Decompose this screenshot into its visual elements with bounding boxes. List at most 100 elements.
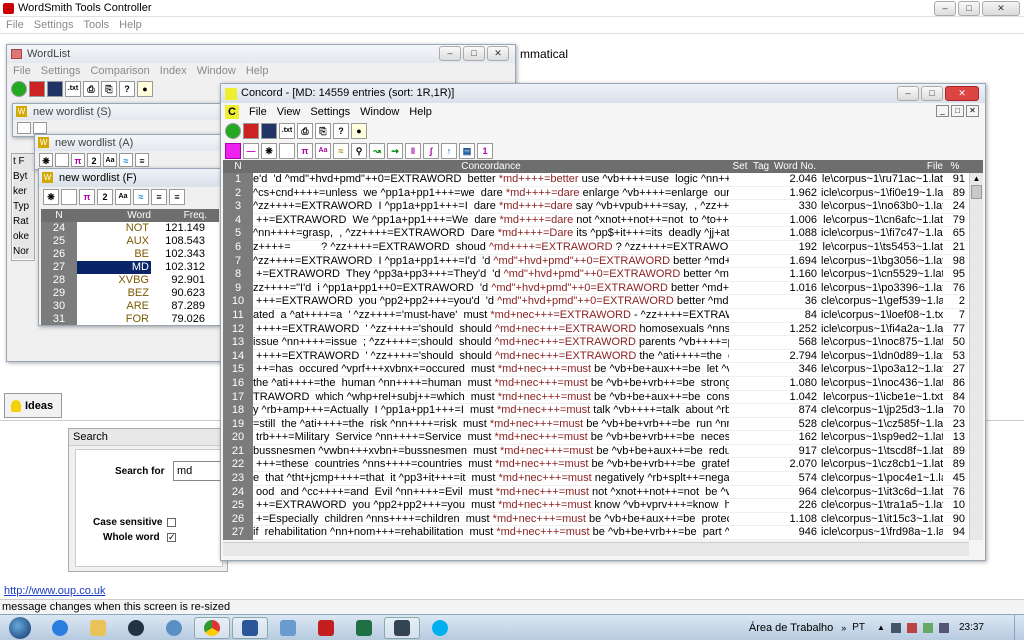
close-button[interactable]: ✕ — [982, 1, 1020, 16]
save-icon[interactable] — [29, 81, 45, 97]
pi-icon[interactable]: π — [297, 143, 313, 159]
scroll-up-arrow[interactable]: ▲ — [970, 173, 983, 185]
table-row[interactable]: 15 ++=has occured ^vprf+++xvbnx+=occured… — [223, 363, 983, 377]
menu-file[interactable]: File — [6, 17, 24, 33]
table-row[interactable]: 31 FOR 79.026 — [41, 313, 219, 325]
concordance-scrollbar[interactable]: ▲ — [969, 173, 983, 540]
expand-icon[interactable]: » — [841, 623, 846, 633]
columns-icon[interactable] — [61, 189, 77, 205]
table-row[interactable]: 24 ood and ^cc++++=and Evil ^nn++++=Evil… — [223, 485, 983, 500]
aa-icon[interactable]: Aa — [103, 152, 117, 167]
col-concordance-header[interactable]: Concordance — [253, 160, 729, 173]
tool-icon[interactable] — [17, 121, 31, 134]
concord-menu-file[interactable]: File — [249, 106, 267, 118]
wordlist-menu-file[interactable]: File — [13, 63, 31, 79]
magenta-box-icon[interactable] — [225, 143, 241, 159]
search-icon[interactable]: ⚲ — [351, 143, 367, 159]
concord-menu-view[interactable]: View — [277, 106, 301, 118]
network-icon[interactable] — [890, 622, 901, 633]
tray-arrow-icon[interactable]: ▲ — [877, 623, 885, 633]
wordlist-menu-help[interactable]: Help — [246, 63, 269, 79]
menu-settings[interactable]: Settings — [34, 17, 74, 33]
taskbar-explorer[interactable] — [80, 617, 116, 639]
equals-icon[interactable]: ≡ — [135, 152, 149, 167]
save-as-icon[interactable] — [261, 123, 277, 139]
language-indicator[interactable]: PT — [852, 622, 865, 633]
table-row[interactable]: 6 z++++= ? ^zz++++=EXTRAWORD shoud ^md+++… — [223, 240, 983, 255]
ww-icon[interactable]: ≈ — [333, 143, 349, 159]
two-icon[interactable]: 2 — [87, 152, 101, 167]
aa-icon[interactable]: Aa — [315, 143, 331, 159]
save-icon[interactable] — [243, 123, 259, 139]
txt-icon[interactable]: .txt — [279, 123, 295, 139]
help-icon[interactable]: ? — [333, 123, 349, 139]
go-icon[interactable] — [11, 81, 27, 97]
maximize-button[interactable]: □ — [958, 1, 980, 16]
txt-icon[interactable]: .txt — [65, 81, 81, 97]
table-row[interactable]: 3 ^zz++++=EXTRAWORD I ^pp1a+pp1+++=I dare… — [223, 200, 983, 214]
table-row[interactable]: 30 ARE 87.289 — [41, 300, 219, 313]
concord-close-button[interactable]: ✕ — [945, 86, 979, 101]
col-word-header[interactable]: Word — [77, 209, 151, 222]
mdi-restore-button[interactable]: □ — [951, 105, 964, 117]
taskbar-people[interactable] — [270, 617, 306, 639]
table-row[interactable]: 16 the ^ati++++=the human ^nn++++=human m… — [223, 376, 983, 391]
save-as-icon[interactable] — [47, 81, 63, 97]
taskbar-wordsmith[interactable] — [384, 616, 420, 639]
table-row[interactable]: 20 trb+++=Military Service ^nn++++=Servi… — [223, 431, 983, 445]
dispersion-icon[interactable]: ‖ — [405, 143, 421, 159]
settings-wheel-icon[interactable]: ❋ — [261, 143, 277, 159]
wordlist-menu-index[interactable]: Index — [160, 63, 187, 79]
columns-icon[interactable] — [55, 152, 69, 167]
wordlist-maximize-button[interactable]: □ — [463, 46, 485, 61]
table-row[interactable]: 22 +++=these countries ^nns++++=countrie… — [223, 458, 983, 473]
col-pct-header[interactable]: % — [945, 160, 965, 173]
table-row[interactable]: 12 ++++=EXTRAWORD ' ^zz++++='should shou… — [223, 322, 983, 337]
table-row[interactable]: 2 ^cs+cnd++++=unless we ^pp1a+pp1+++=we d… — [223, 186, 983, 201]
mdi-minimize-button[interactable]: _ — [936, 105, 949, 117]
taskbar-ie[interactable] — [42, 617, 78, 639]
table-row[interactable]: 19 =still the ^ati++++=the risk ^nn++++=r… — [223, 417, 983, 432]
clock[interactable]: 23:37 — [959, 622, 984, 633]
taskbar-app[interactable] — [156, 617, 192, 639]
table-row[interactable]: 8 +=EXTRAWORD They ^pp3a+pp3+++=They'd '… — [223, 268, 983, 282]
concord-menu-settings[interactable]: Settings — [310, 106, 350, 118]
table-row[interactable]: 10 +++=EXTRAWORD you ^pp2+pp2+++=you'd '… — [223, 295, 983, 309]
table-row[interactable]: 25 AUX 108.543 — [41, 235, 219, 248]
table-row[interactable]: 21 bussnesmen ^vwbn+++xvbn+=bussnesmen mu… — [223, 444, 983, 459]
table-row[interactable]: 28 XVBG 92.901 — [41, 274, 219, 287]
col-freq-header[interactable]: Freq. — [151, 209, 207, 222]
table-row[interactable]: 23 e that ^tht+jcmp++++=that it ^pp3+it++… — [223, 472, 983, 486]
table-row[interactable]: 27 if rehabilitation ^nn+nom+++=rehabilit… — [223, 526, 983, 540]
ideas-button[interactable]: Ideas — [4, 393, 62, 418]
menu-tools[interactable]: Tools — [83, 17, 109, 33]
flag-icon[interactable] — [906, 622, 917, 633]
collocate-icon[interactable]: ↝ — [369, 143, 385, 159]
go-icon[interactable] — [225, 123, 241, 139]
dash-icon[interactable]: — — [243, 143, 259, 159]
volume-icon[interactable] — [938, 622, 949, 633]
table-row[interactable]: 29 BEZ 90.623 — [41, 287, 219, 300]
taskbar-chrome[interactable] — [194, 616, 230, 639]
table-row[interactable]: 7 ^zz++++=EXTRAWORD I ^pp1a+pp1+++=I'd 'd… — [223, 254, 983, 269]
show-desktop-button[interactable] — [1014, 614, 1024, 640]
table-row[interactable]: 13 issue ^nn++++=issue ; ^zz++++=;should … — [223, 336, 983, 350]
sort-icon[interactable]: ≡ — [169, 189, 185, 205]
table-row[interactable]: 5 ^nn++++=grasp, , ^zz++++=EXTRAWORD Dare… — [223, 227, 983, 241]
columns-icon[interactable] — [279, 143, 295, 159]
table-row[interactable]: 26 BE 102.343 — [41, 248, 219, 261]
table-row[interactable]: 4 ++=EXTRAWORD We ^pp1a+pp1+++=We dare *… — [223, 213, 983, 228]
settings-wheel-icon[interactable]: ❋ — [43, 189, 59, 205]
concord-menu-window[interactable]: Window — [360, 106, 399, 118]
tool-icon[interactable] — [33, 121, 47, 134]
power-icon[interactable] — [922, 622, 933, 633]
ww-icon[interactable]: ≈ — [119, 152, 133, 167]
pi-icon[interactable]: π — [79, 189, 95, 205]
wordlist-menu-comparison[interactable]: Comparison — [90, 63, 149, 79]
aa-icon[interactable]: Aa — [115, 189, 131, 205]
whole-word-checkbox[interactable]: ✓ — [167, 533, 176, 542]
two-icon[interactable]: 2 — [97, 189, 113, 205]
wordlist-menu-settings[interactable]: Settings — [41, 63, 81, 79]
table-row[interactable]: 24 NOT 121.149 — [41, 222, 219, 235]
one-icon[interactable]: 1 — [477, 143, 493, 159]
